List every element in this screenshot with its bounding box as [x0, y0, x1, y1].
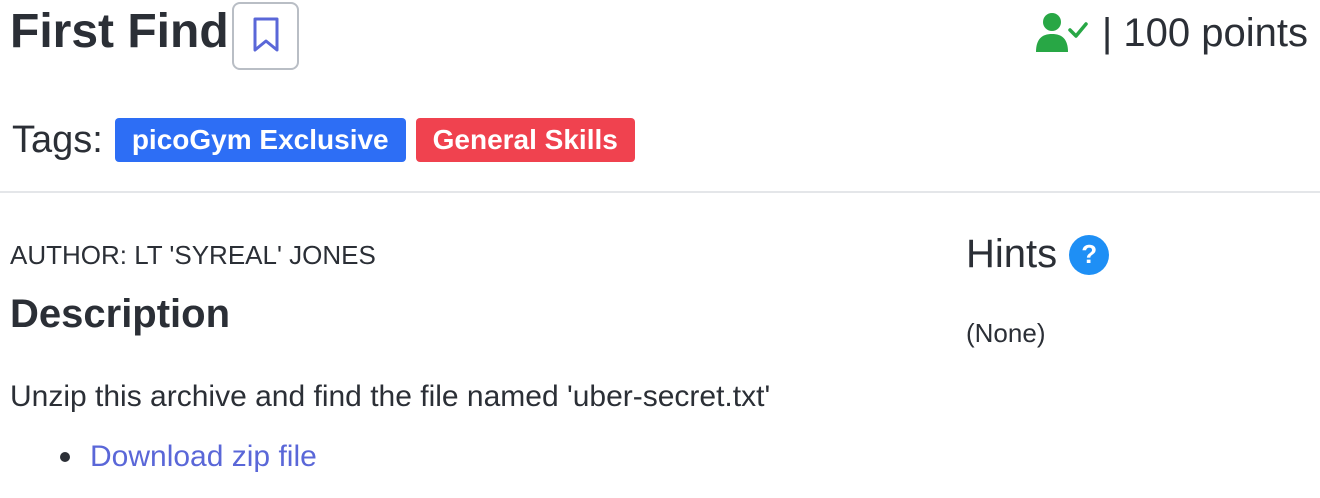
description-heading: Description — [10, 292, 231, 336]
tag-general-skills[interactable]: General Skills — [415, 118, 635, 162]
bookmark-icon — [251, 17, 281, 56]
download-list-item: Download zip file — [60, 440, 317, 474]
divider — [0, 191, 1320, 193]
bookmark-button[interactable] — [232, 2, 299, 70]
tag-picogym-exclusive[interactable]: picoGym Exclusive — [114, 118, 406, 162]
challenge-title: First Find — [10, 5, 229, 58]
question-circle-icon[interactable]: ? — [1069, 234, 1110, 275]
user-check-icon — [1035, 12, 1088, 54]
bullet-icon — [60, 452, 70, 462]
challenge-page: First Find | 100 points Tags: picoGym Ex… — [0, 0, 1320, 498]
description-text: Unzip this archive and find the file nam… — [10, 380, 771, 413]
hints-heading: Hints ? — [966, 232, 1110, 277]
hints-title: Hints — [966, 232, 1058, 276]
points-value: | 100 points — [1101, 10, 1308, 55]
tags-label: Tags: — [12, 118, 103, 161]
tags-row: Tags: picoGym Exclusive General Skills — [12, 118, 645, 162]
author-line: AUTHOR: LT 'SYREAL' JONES — [10, 240, 376, 270]
download-zip-link[interactable]: Download zip file — [90, 440, 317, 474]
points-area: | 100 points — [1035, 8, 1308, 58]
hints-body: (None) — [966, 318, 1046, 348]
